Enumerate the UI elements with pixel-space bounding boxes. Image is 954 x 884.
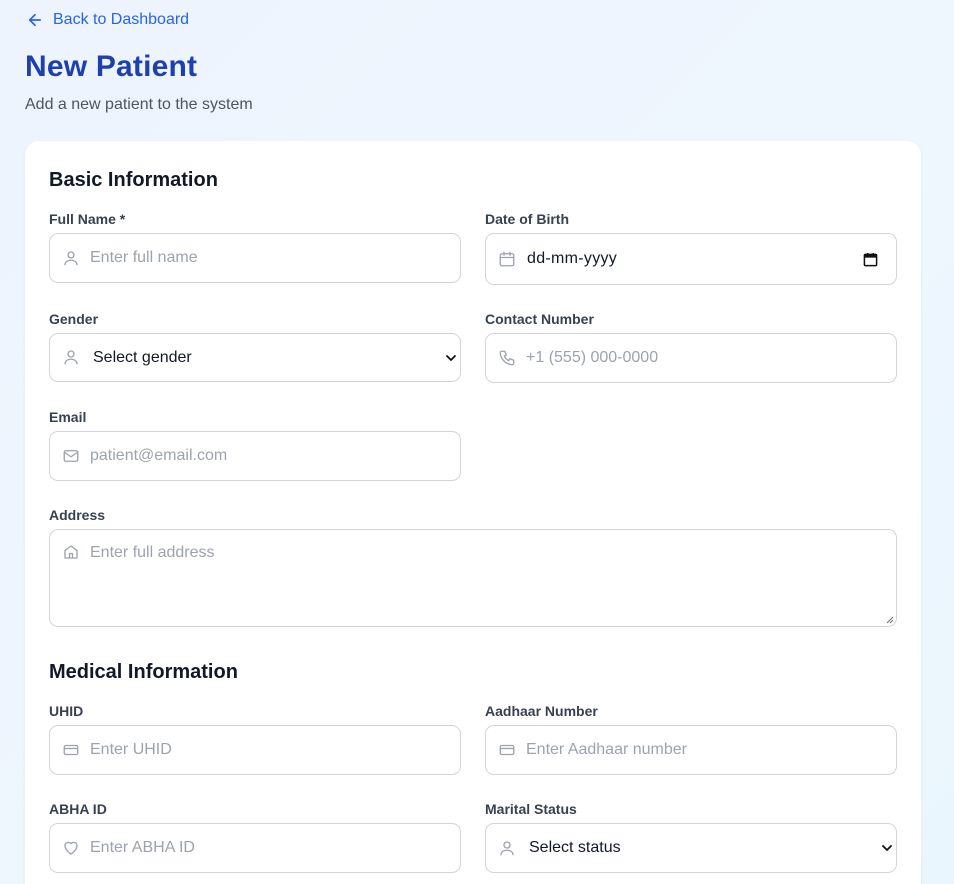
arrow-left-icon [28,13,42,27]
patient-form-card: Basic Information Full Name * Date of Bi… [25,141,921,884]
mail-icon [62,447,80,465]
uhid-input[interactable] [90,726,450,774]
back-to-dashboard-link[interactable]: Back to Dashboard [26,11,189,29]
email-label: Email [49,409,87,425]
chevron-down-icon [882,845,892,851]
user-icon [62,249,80,267]
date-of-birth-value: dd-mm-yyyy [527,250,618,267]
abha-id-label: ABHA ID [49,801,107,817]
back-link-label: Back to Dashboard [53,11,190,28]
abha-id-input[interactable] [90,824,450,872]
marital-status-label: Marital Status [485,801,577,817]
card-icon [498,741,516,759]
aadhaar-number-label: Aadhaar Number [485,703,598,719]
aadhaar-number-field [485,725,897,775]
contact-number-input[interactable] [526,334,886,382]
heart-icon [62,839,80,857]
date-of-birth-input[interactable]: dd-mm-yyyy [485,233,897,285]
user-icon [62,348,80,366]
email-field [49,431,461,481]
aadhaar-number-input[interactable] [526,726,886,774]
resize-handle-icon[interactable] [886,616,894,624]
address-field [49,529,897,627]
uhid-label: UHID [49,703,84,719]
full-name-label: Full Name * [49,211,126,227]
section-title-basic-information: Basic Information [49,169,218,191]
marital-status-selected-value: Select status [529,839,621,856]
abha-id-field [49,823,461,873]
address-textarea[interactable] [90,544,886,622]
section-title-medical-information: Medical Information [49,661,238,683]
gender-selected-value: Select gender [93,348,192,366]
date-picker-icon[interactable] [863,252,878,267]
full-name-input[interactable] [90,234,450,282]
card-icon [62,741,80,759]
gender-select[interactable]: Select gender [49,333,461,382]
user-icon [498,839,516,857]
page-title: New Patient [25,50,198,83]
date-of-birth-label: Date of Birth [485,211,569,227]
contact-number-label: Contact Number [485,311,594,327]
phone-icon [498,349,516,367]
gender-label: Gender [49,311,99,327]
home-icon [62,543,80,561]
chevron-down-icon [446,354,456,361]
contact-number-field [485,333,897,383]
uhid-field [49,725,461,775]
address-label: Address [49,507,106,523]
calendar-icon [498,250,516,268]
full-name-field [49,233,461,283]
email-input[interactable] [90,432,450,480]
page-subtitle: Add a new patient to the system [25,96,253,113]
marital-status-select[interactable]: Select status [485,823,897,873]
